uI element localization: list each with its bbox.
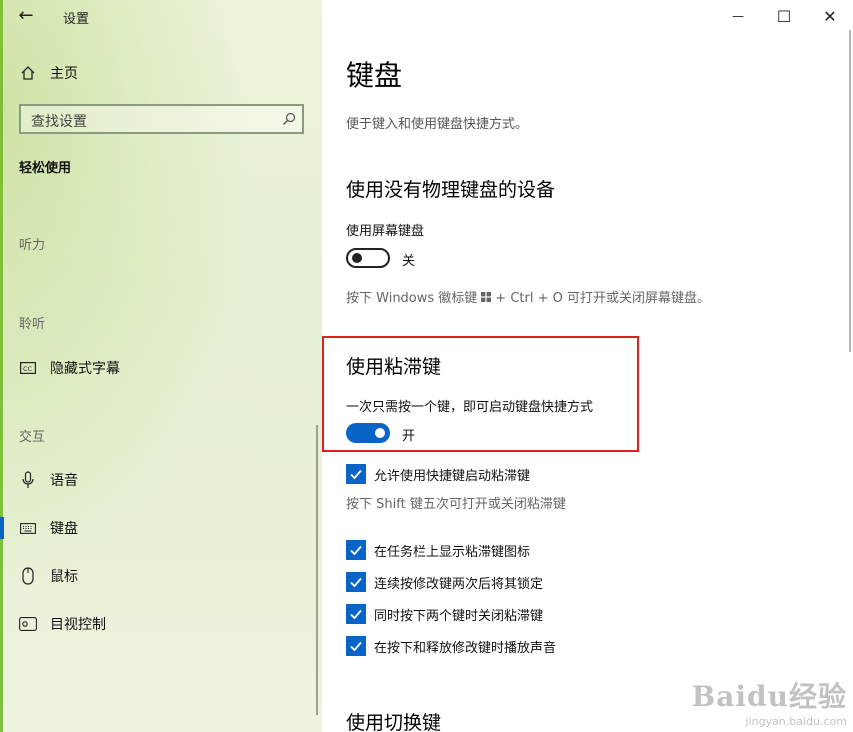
page-description: 便于键入和使用键盘快捷方式。 [346, 117, 529, 132]
checkbox-label: 同时按下两个键时关闭粘滞键 [374, 608, 544, 624]
hint-text-before: 按下 Windows 徽标键 [346, 291, 478, 306]
checkmark-icon [350, 577, 362, 588]
search-input[interactable]: 查找设置 [19, 104, 304, 134]
watermark-url: jingyan.baidu.com [745, 715, 847, 728]
section-hearing: 听力 [19, 238, 46, 253]
sidebar-item-speech[interactable]: 语音 [0, 460, 322, 500]
sidebar-item-label: 隐藏式字幕 [50, 361, 120, 377]
checkbox-checked[interactable] [346, 464, 366, 484]
checkmark-icon [350, 641, 362, 652]
sidebar-item-mouse[interactable]: 鼠标 [0, 556, 322, 596]
checkbox-label: 在任务栏上显示粘滞键图标 [374, 544, 531, 560]
onscreen-keyboard-hint: 按下 Windows 徽标键 + Ctrl + O 可打开或关闭屏幕键盘。 [346, 287, 710, 306]
checkbox-checked[interactable] [346, 636, 366, 656]
onscreen-keyboard-toggle[interactable] [346, 248, 390, 268]
selection-indicator [0, 517, 4, 539]
maximize-button[interactable]: ☐ [773, 6, 795, 26]
sticky-option-row[interactable]: 同时按下两个键时关闭粘滞键 [346, 603, 543, 625]
baidu-watermark: Baidu经验 jingyan.baidu.com [692, 675, 847, 728]
sticky-option-row[interactable]: 在按下和释放修改键时播放声音 [346, 635, 556, 657]
minimize-button[interactable]: — [727, 6, 749, 26]
checkmark-icon [350, 609, 362, 620]
close-button[interactable]: ✕ [819, 6, 841, 26]
sidebar: ← 设置 主页 查找设置 轻松使用 听力 聆听 CC 隐藏式字幕 交互 语音 键… [0, 0, 322, 732]
sticky-option-row[interactable]: 连续按修改键两次后将其锁定 [346, 571, 543, 593]
search-placeholder: 查找设置 [31, 114, 87, 130]
mouse-icon [19, 567, 37, 585]
sticky-keys-label: 一次只需按一个键，即可启动键盘快捷方式 [346, 400, 594, 415]
sidebar-item-label: 鼠标 [50, 569, 78, 585]
sidebar-scrollbar[interactable] [316, 425, 318, 715]
close-icon: ✕ [823, 6, 837, 26]
keyboard-icon [19, 519, 37, 537]
sticky-keys-state: 开 [402, 429, 416, 444]
checkbox-checked[interactable] [346, 572, 366, 592]
page-title: 键盘 [346, 59, 403, 92]
svg-text:CC: CC [23, 365, 33, 373]
sidebar-item-label: 键盘 [50, 521, 78, 537]
section-interaction: 交互 [19, 430, 46, 445]
microphone-icon [19, 471, 37, 489]
onscreen-keyboard-state: 关 [402, 254, 416, 269]
sticky-keys-heading: 使用粘滞键 [346, 356, 442, 378]
onscreen-keyboard-label: 使用屏幕键盘 [346, 224, 425, 239]
minimize-icon: — [732, 9, 744, 23]
checkbox-label: 连续按修改键两次后将其锁定 [374, 576, 544, 592]
onscreen-keyboard-heading: 使用没有物理键盘的设备 [346, 179, 556, 201]
sticky-shortcut-checkbox-row[interactable]: 允许使用快捷键启动粘滞键 [346, 463, 530, 485]
eye-control-icon [19, 615, 37, 633]
toggle-keys-heading: 使用切换键 [346, 712, 442, 732]
checkmark-icon [350, 469, 362, 480]
maximize-icon: ☐ [776, 6, 792, 26]
sidebar-item-home[interactable]: 主页 [0, 53, 322, 93]
sticky-option-row[interactable]: 在任务栏上显示粘滞键图标 [346, 539, 530, 561]
app-title: 设置 [63, 12, 90, 27]
sidebar-item-label: 主页 [50, 66, 78, 82]
main-content: — ☐ ✕ 键盘 便于键入和使用键盘快捷方式。 使用没有物理键盘的设备 使用屏幕… [322, 0, 853, 732]
sidebar-item-label: 目视控制 [50, 617, 106, 633]
checkbox-label: 在按下和释放修改键时播放声音 [374, 640, 557, 656]
category-title: 轻松使用 [19, 161, 72, 176]
sidebar-item-keyboard[interactable]: 键盘 [0, 508, 322, 548]
sidebar-item-captions[interactable]: CC 隐藏式字幕 [0, 348, 322, 388]
checkbox-checked[interactable] [346, 540, 366, 560]
sidebar-item-label: 语音 [50, 473, 78, 489]
main-scrollbar[interactable] [849, 30, 851, 352]
sticky-shortcut-hint: 按下 Shift 键五次可打开或关闭粘滞键 [346, 497, 566, 512]
hint-text-after: + Ctrl + O 可打开或关闭屏幕键盘。 [495, 291, 710, 306]
search-icon[interactable] [282, 111, 296, 125]
toggle-knob [375, 428, 385, 438]
watermark-logo: Baidu经验 [691, 680, 847, 713]
section-listening: 聆听 [19, 317, 46, 332]
back-arrow-icon[interactable]: ← [12, 4, 40, 28]
home-icon [19, 64, 37, 82]
checkbox-checked[interactable] [346, 604, 366, 624]
checkbox-label: 允许使用快捷键启动粘滞键 [374, 468, 531, 484]
sidebar-item-eye-control[interactable]: 目视控制 [0, 604, 322, 644]
sticky-keys-toggle[interactable] [346, 423, 390, 443]
closed-caption-icon: CC [19, 359, 37, 377]
windows-logo-icon [481, 291, 492, 302]
checkmark-icon [350, 545, 362, 556]
toggle-knob [352, 253, 362, 263]
